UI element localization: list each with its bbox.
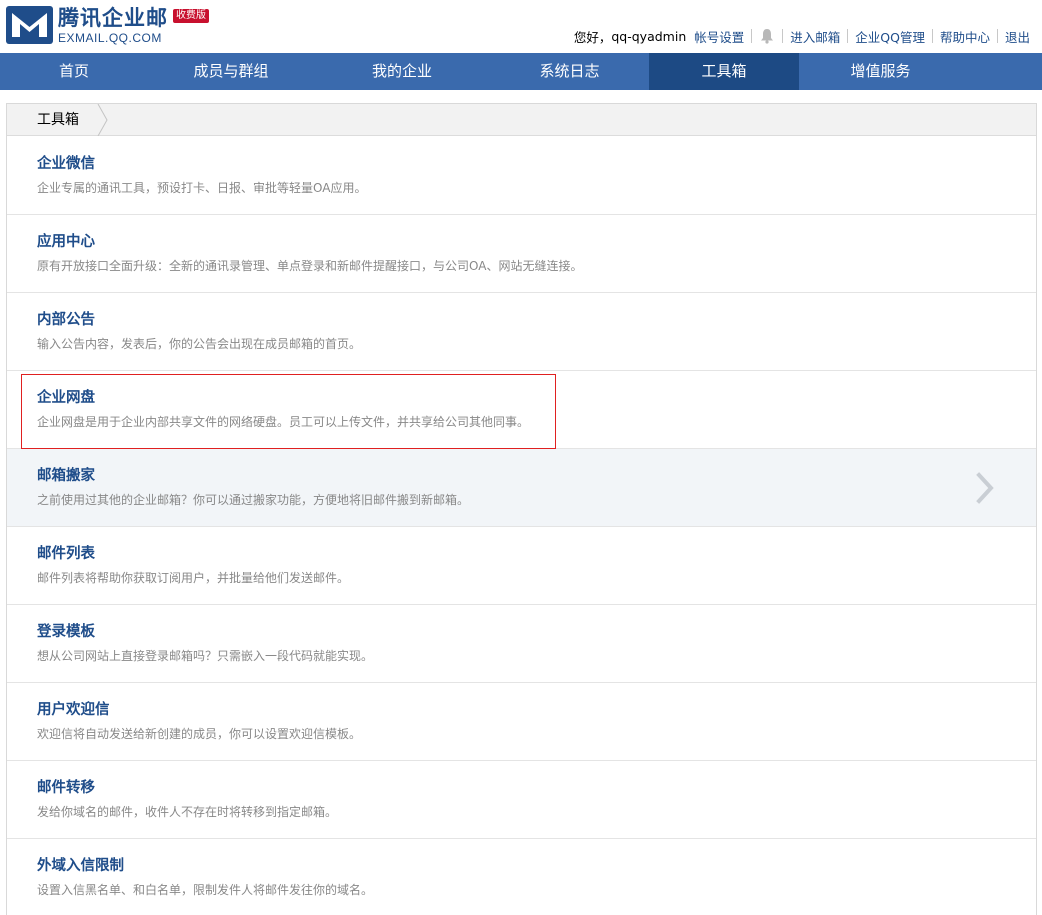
tool-list: 企业微信 企业专属的通讯工具，预设打卡、日报、审批等轻量OA应用。 应用中心 原… xyxy=(7,137,1036,915)
tool-title[interactable]: 邮件列表 xyxy=(37,544,95,564)
tool-item-app-center[interactable]: 应用中心 原有开放接口全面升级：全新的通讯录管理、单点登录和新邮件提醒接口，与公… xyxy=(7,215,1036,293)
tool-desc: 输入公告内容，发表后，你的公告会出现在成员邮箱的首页。 xyxy=(37,337,362,351)
bell-icon[interactable] xyxy=(760,28,774,44)
tool-title[interactable]: 用户欢迎信 xyxy=(37,700,110,720)
tool-desc: 发给你域名的邮件，收件人不存在时将转移到指定邮箱。 xyxy=(37,805,338,819)
tool-title[interactable]: 登录模板 xyxy=(37,622,95,642)
breadcrumb-label: 工具箱 xyxy=(37,112,79,128)
tool-desc: 设置入信黑名单、和白名单，限制发件人将邮件发往你的域名。 xyxy=(37,883,374,897)
logo-title: 腾讯企业邮 xyxy=(58,6,168,30)
logo[interactable]: 腾讯企业邮 收费版 EXMAIL.QQ.COM xyxy=(6,6,209,46)
tool-item-login-template[interactable]: 登录模板 想从公司网站上直接登录邮箱吗？只需嵌入一段代码就能实现。 xyxy=(7,605,1036,683)
greeting: 您好， xyxy=(573,29,612,45)
tab-home[interactable]: 首页 xyxy=(0,53,148,90)
tool-title[interactable]: 应用中心 xyxy=(37,232,95,252)
content-panel: 工具箱 企业微信 企业专属的通讯工具，预设打卡、日报、审批等轻量OA应用。 应用… xyxy=(6,103,1037,915)
help-center-link[interactable]: 帮助中心 xyxy=(940,27,990,46)
tool-item-announcement[interactable]: 内部公告 输入公告内容，发表后，你的公告会出现在成员邮箱的首页。 xyxy=(7,293,1036,371)
divider xyxy=(847,29,849,43)
divider xyxy=(782,29,784,43)
chevron-right-icon[interactable] xyxy=(974,471,996,505)
breadcrumb: 工具箱 xyxy=(7,104,1036,136)
tab-value-added-services[interactable]: 增值服务 xyxy=(799,53,962,90)
tool-item-netdisk[interactable]: 企业网盘 企业网盘是用于企业内部共享文件的网络硬盘。员工可以上传文件，并共享给公… xyxy=(7,371,1036,449)
tool-desc: 之前使用过其他的企业邮箱？你可以通过搬家功能，方便地将旧邮件搬到新邮箱。 xyxy=(37,493,470,507)
tool-item-mail-transfer[interactable]: 邮件转移 发给你域名的邮件，收件人不存在时将转移到指定邮箱。 xyxy=(7,761,1036,839)
tab-my-enterprise[interactable]: 我的企业 xyxy=(314,53,490,90)
tool-desc: 企业专属的通讯工具，预设打卡、日报、审批等轻量OA应用。 xyxy=(37,181,367,195)
tool-item-welcome-letter[interactable]: 用户欢迎信 欢迎信将自动发送给新创建的成员，你可以设置欢迎信模板。 xyxy=(7,683,1036,761)
username: qq-qyadmin xyxy=(611,28,687,44)
tool-desc: 欢迎信将自动发送给新创建的成员，你可以设置欢迎信模板。 xyxy=(37,727,362,741)
tool-item-mailing-list[interactable]: 邮件列表 邮件列表将帮助你获取订阅用户，并批量给他们发送邮件。 xyxy=(7,527,1036,605)
tab-system-log[interactable]: 系统日志 xyxy=(490,53,649,90)
account-settings-link[interactable]: 帐号设置 xyxy=(694,27,744,46)
tab-toolbox[interactable]: 工具箱 xyxy=(649,53,799,90)
tool-desc: 原有开放接口全面升级：全新的通讯录管理、单点登录和新邮件提醒接口，与公司OA、网… xyxy=(37,259,583,273)
tool-desc: 邮件列表将帮助你获取订阅用户，并批量给他们发送邮件。 xyxy=(37,571,350,585)
enter-mailbox-link[interactable]: 进入邮箱 xyxy=(790,27,840,46)
logo-domain: EXMAIL.QQ.COM xyxy=(58,31,162,45)
divider xyxy=(931,29,933,43)
tab-members-groups[interactable]: 成员与群组 xyxy=(148,53,314,90)
breadcrumb-arrow-icon xyxy=(97,104,108,136)
tool-item-inbound-restriction[interactable]: 外域入信限制 设置入信黑名单、和白名单，限制发件人将邮件发往你的域名。 xyxy=(7,839,1036,915)
edition-badge: 收费版 xyxy=(173,9,209,23)
enterprise-qq-link[interactable]: 企业QQ管理 xyxy=(855,27,925,46)
tool-title[interactable]: 企业微信 xyxy=(37,154,95,174)
tool-desc: 企业网盘是用于企业内部共享文件的网络硬盘。员工可以上传文件，并共享给公司其他同事… xyxy=(37,415,530,429)
logo-mark-icon xyxy=(6,6,53,44)
tool-item-mail-migration[interactable]: 邮箱搬家 之前使用过其他的企业邮箱？你可以通过搬家功能，方便地将旧邮件搬到新邮箱… xyxy=(7,449,1036,527)
tool-item-wework[interactable]: 企业微信 企业专属的通讯工具，预设打卡、日报、审批等轻量OA应用。 xyxy=(7,137,1036,215)
divider xyxy=(751,29,753,43)
tool-title[interactable]: 邮件转移 xyxy=(37,778,95,798)
tool-desc: 想从公司网站上直接登录邮箱吗？只需嵌入一段代码就能实现。 xyxy=(37,649,374,663)
tool-title[interactable]: 外域入信限制 xyxy=(37,856,124,876)
tool-title[interactable]: 内部公告 xyxy=(37,310,95,330)
top-links: 您好， qq-qyadmin 帐号设置 进入邮箱 企业QQ管理 帮助中心 退出 xyxy=(574,27,1030,45)
tool-title[interactable]: 企业网盘 xyxy=(37,388,95,408)
logout-link[interactable]: 退出 xyxy=(1005,27,1030,46)
header: 腾讯企业邮 收费版 EXMAIL.QQ.COM 您好， qq-qyadmin 帐… xyxy=(0,0,1042,53)
tool-title[interactable]: 邮箱搬家 xyxy=(37,466,95,486)
main-nav: 首页 成员与群组 我的企业 系统日志 工具箱 增值服务 xyxy=(0,53,1042,90)
divider xyxy=(996,29,998,43)
